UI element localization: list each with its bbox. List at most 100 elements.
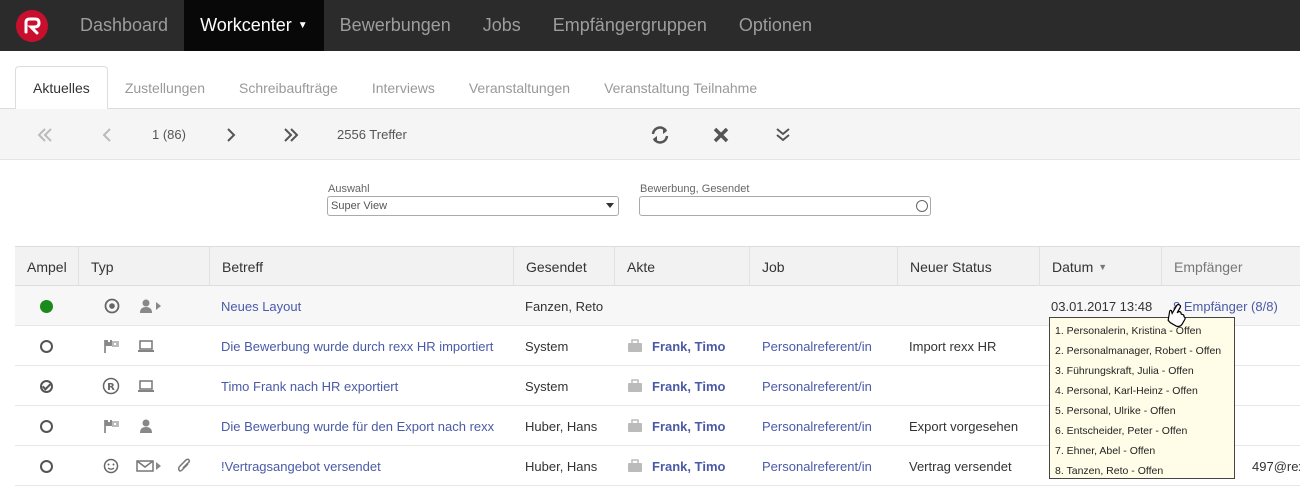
empfaenger-value: 497@rexx: [1252, 458, 1300, 474]
sort-desc-icon: ▼: [1098, 262, 1108, 272]
betreff-link[interactable]: Timo Frank nach HR exportiert: [221, 366, 398, 406]
tab-bar: Aktuelles Zustellungen Schreibaufträge I…: [0, 66, 1300, 110]
nav-dashboard-label: Dashboard: [80, 15, 169, 35]
auswahl-select[interactable]: Super View: [327, 196, 619, 216]
tab-schreibauftraege[interactable]: Schreibaufträge: [222, 66, 355, 109]
flag-icon: [103, 326, 121, 366]
col-gesendet[interactable]: Gesendet: [513, 247, 614, 287]
betreff-link[interactable]: Die Bewerbung wurde durch rexx HR import…: [221, 326, 493, 366]
popup-item: 1. Personalerin, Kristina - Offen: [1055, 325, 1202, 337]
ampel-empty-icon: [40, 459, 53, 473]
registered-icon: R: [102, 366, 120, 406]
ampel-empty-icon: [40, 339, 53, 353]
user-icon: [139, 406, 153, 446]
col-job[interactable]: Job: [749, 247, 897, 287]
tab-interviews[interactable]: Interviews: [355, 66, 452, 109]
nav-jobs[interactable]: Jobs: [467, 0, 537, 51]
auswahl-value: Super View: [331, 200, 388, 212]
col-typ[interactable]: Typ: [78, 247, 209, 287]
auswahl-label: Auswahl: [328, 183, 370, 195]
col-datum-label: Datum: [1052, 259, 1094, 275]
caret-down-icon: ▼: [297, 20, 308, 31]
prev-page-button[interactable]: [102, 109, 112, 160]
double-chevron-right-icon: [284, 127, 299, 142]
ampel-check-icon: [40, 379, 53, 393]
tab-zustellungen[interactable]: Zustellungen: [108, 66, 222, 109]
nav-optionen[interactable]: Optionen: [723, 0, 828, 51]
app-logo[interactable]: [0, 0, 64, 51]
col-datum[interactable]: Datum ▼: [1039, 247, 1161, 287]
popup-item: 8. Tanzen, Reto - Offen: [1055, 465, 1164, 477]
col-akte[interactable]: Akte: [614, 247, 749, 287]
user-arrow-icon: [139, 286, 165, 326]
chevron-right-icon: [227, 127, 236, 142]
pagination-toolbar: 1 (86) 2556 Treffer: [0, 109, 1300, 160]
ampel-green-icon: [40, 299, 53, 313]
nav-jobs-label: Jobs: [482, 15, 521, 35]
col-neuer-status[interactable]: Neuer Status: [897, 247, 1039, 287]
col-empfaenger[interactable]: Empfänger: [1161, 247, 1291, 287]
tab-veranstaltung-teilnahme[interactable]: Veranstaltung Teilnahme: [587, 66, 774, 109]
akte-link[interactable]: Frank, Timo: [652, 406, 725, 446]
popup-item: 4. Personal, Karl-Heinz - Offen: [1055, 385, 1198, 397]
popup-item: 2. Personalmanager, Robert - Offen: [1055, 345, 1222, 357]
nav-dashboard[interactable]: Dashboard: [64, 0, 184, 51]
page-indicator: 1 (86): [152, 127, 186, 142]
chevron-left-icon: [102, 127, 111, 142]
bewerbung-gesendet-label: Bewerbung, Gesendet: [640, 183, 750, 195]
nav-bewerbungen-label: Bewerbungen: [339, 15, 451, 35]
tab-aktuelles[interactable]: Aktuelles: [15, 66, 108, 110]
double-chevron-left-icon: [37, 127, 52, 142]
clear-filter-button[interactable]: [712, 109, 730, 160]
empfaenger-popup: 1. Personalerin, Kristina - Offen 2. Per…: [1049, 317, 1235, 479]
col-betreff[interactable]: Betreff: [209, 247, 513, 287]
akte-link[interactable]: Frank, Timo: [652, 366, 725, 406]
col-ampel[interactable]: Ampel: [15, 247, 78, 287]
job-link[interactable]: Personalreferent/in: [762, 406, 872, 446]
mail-arrow-icon: [136, 446, 164, 486]
nav-workcenter[interactable]: Workcenter ▼: [184, 0, 324, 51]
nav-optionen-label: Optionen: [738, 15, 812, 35]
refresh-button[interactable]: [649, 109, 671, 160]
betreff-link[interactable]: Die Bewerbung wurde für den Export nach …: [221, 406, 494, 446]
nav-empfaengergruppen[interactable]: Empfängergruppen: [537, 0, 723, 51]
betreff-link[interactable]: Neues Layout: [221, 286, 301, 326]
top-navbar: Dashboard Workcenter ▼ Bewerbungen Jobs E…: [0, 0, 1300, 51]
nav-workcenter-label: Workcenter: [200, 15, 292, 35]
betreff-link[interactable]: !Vertragsangebot versendet: [221, 446, 381, 486]
last-page-button[interactable]: [283, 109, 299, 160]
akte-link[interactable]: Frank, Timo: [652, 446, 725, 486]
expand-button[interactable]: [775, 109, 791, 160]
job-link[interactable]: Personalreferent/in: [762, 326, 872, 366]
svg-text:R: R: [107, 382, 115, 393]
flag-icon: [103, 406, 121, 446]
hits-count: 2556 Treffer: [337, 127, 407, 142]
popup-item: 5. Personal, Ulrike - Offen: [1055, 405, 1176, 417]
briefcase-icon: [627, 366, 643, 406]
job-link[interactable]: Personalreferent/in: [762, 366, 872, 406]
popup-item: 6. Entscheider, Peter - Offen: [1055, 425, 1188, 437]
double-chevron-down-icon: [776, 127, 790, 141]
laptop-icon: [137, 326, 155, 366]
bewerbung-gesendet-input[interactable]: [639, 196, 931, 216]
logo-icon: [16, 9, 48, 42]
gesendet-value: System: [525, 378, 569, 394]
next-page-button[interactable]: [226, 109, 236, 160]
tab-veranstaltungen[interactable]: Veranstaltungen: [452, 66, 587, 109]
popup-item: 7. Ehner, Abel - Offen: [1055, 445, 1156, 457]
hand-cursor-icon: [1164, 302, 1190, 333]
search-circle-icon: [916, 200, 928, 212]
job-link[interactable]: Personalreferent/in: [762, 446, 872, 486]
briefcase-icon: [627, 326, 643, 366]
close-icon: [713, 127, 729, 142]
radio-dot-icon: [104, 286, 120, 326]
paperclip-icon: [177, 446, 191, 486]
ampel-empty-icon: [40, 419, 53, 433]
briefcase-icon: [627, 446, 643, 486]
first-page-button[interactable]: [37, 109, 53, 160]
nav-bewerbungen[interactable]: Bewerbungen: [324, 0, 467, 51]
akte-link[interactable]: Frank, Timo: [652, 326, 725, 366]
popup-item: 3. Führungskraft, Julia - Offen: [1055, 365, 1194, 377]
neuer-status-value: Export vorgesehen: [909, 418, 1019, 434]
neuer-status-value: Vertrag versendet: [909, 458, 1012, 474]
